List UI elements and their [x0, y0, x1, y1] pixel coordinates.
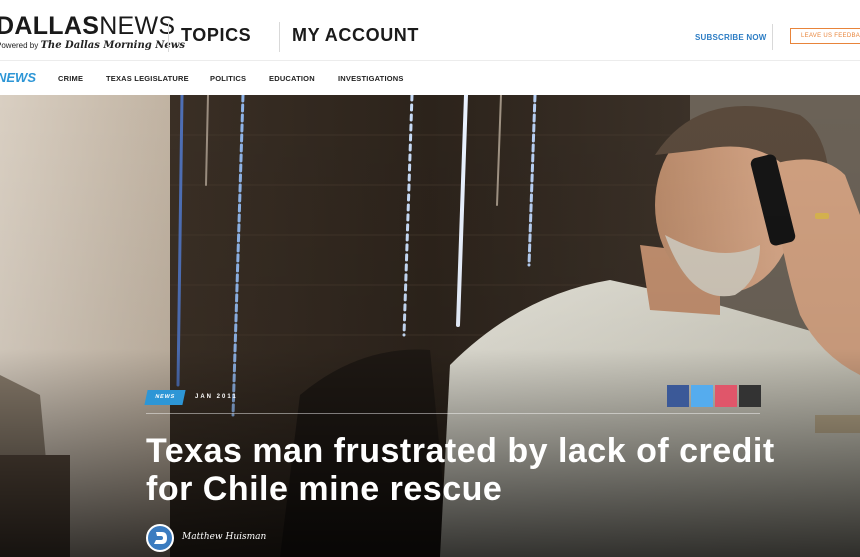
email-icon[interactable] — [715, 385, 737, 407]
article-category-tag[interactable]: NEWS — [144, 390, 186, 405]
subnav-item-investigations[interactable]: INVESTIGATIONS — [338, 74, 404, 83]
section-nav: NEWS CRIME TEXAS LEGISLATURE POLITICS ED… — [0, 60, 860, 95]
facebook-icon[interactable] — [667, 385, 689, 407]
hero-banner: NEWS JAN 2011 Texas man frustrated by la… — [0, 95, 860, 557]
subscribe-link[interactable]: SUBSCRIBE NOW — [695, 33, 767, 42]
logo-subtitle: Powered by The Dallas Morning News — [0, 40, 185, 51]
subnav-item-crime[interactable]: CRIME — [58, 74, 83, 83]
subnav-item-politics[interactable]: POLITICS — [210, 74, 246, 83]
site-logo[interactable]: DALLASNEWS Powered by The Dallas Morning… — [0, 13, 185, 55]
nav-topics[interactable]: TOPICS — [181, 25, 251, 46]
subnav-item-texas-legislature[interactable]: TEXAS LEGISLATURE — [106, 74, 189, 83]
header-divider — [772, 24, 773, 50]
header-divider — [279, 22, 280, 52]
author-avatar-icon[interactable] — [146, 524, 174, 552]
nav-my-account[interactable]: MY ACCOUNT — [292, 25, 419, 46]
section-title[interactable]: NEWS — [0, 70, 36, 85]
article-date: JAN 2011 — [195, 394, 238, 400]
more-icon[interactable] — [739, 385, 761, 407]
top-header: DALLASNEWS Powered by The Dallas Morning… — [0, 0, 860, 60]
twitter-icon[interactable] — [691, 385, 713, 407]
article-headline: Texas man frustrated by lack of credit f… — [146, 432, 775, 508]
header-divider — [168, 22, 169, 52]
article-author[interactable]: Matthew Huisman — [182, 532, 266, 542]
feedback-button[interactable]: LEAVE US FEEDBACK — [790, 28, 860, 44]
subnav-item-education[interactable]: EDUCATION — [269, 74, 315, 83]
headline-divider — [146, 413, 760, 414]
logo-wordmark: DALLASNEWS — [0, 12, 176, 40]
